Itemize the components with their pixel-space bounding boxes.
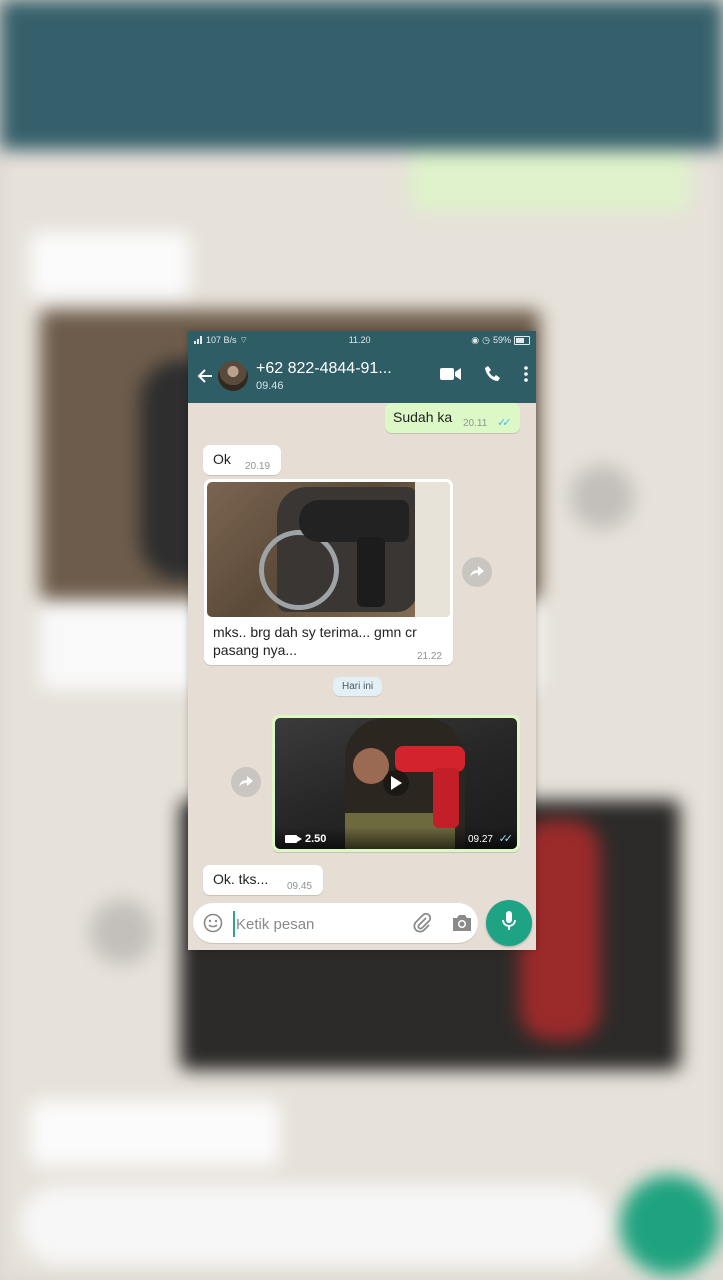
- video-call-icon[interactable]: [440, 367, 462, 386]
- message-incoming[interactable]: Ok 20.19: [203, 445, 281, 475]
- contact-info[interactable]: +62 822-4844-91... 09.46: [256, 360, 404, 392]
- signal-icon: [194, 336, 203, 344]
- last-seen: 09.46: [256, 380, 284, 392]
- message-input[interactable]: [233, 911, 398, 937]
- back-arrow-icon[interactable]: [194, 365, 216, 387]
- battery-icon: [514, 335, 530, 345]
- message-list[interactable]: Sudah ka 20.11 ✓✓ Ok 20.19 mks.. brg dah…: [188, 403, 536, 901]
- avatar[interactable]: [218, 361, 248, 391]
- voice-message-button[interactable]: [486, 900, 532, 946]
- message-time: 09.27: [467, 834, 493, 845]
- video-camera-icon: [285, 835, 302, 843]
- wifi-icon: ⌔: [239, 334, 248, 345]
- network-speed: 107 B/s: [206, 335, 237, 345]
- message-composer: [193, 903, 478, 943]
- message-time: 09.45: [287, 881, 313, 892]
- message-incoming-photo[interactable]: mks.. brg dah sy terima... gmn cr pasang…: [204, 479, 453, 665]
- play-icon[interactable]: [383, 770, 409, 796]
- eye-icon: ◉: [471, 334, 480, 345]
- voice-call-icon[interactable]: [484, 365, 502, 388]
- photo-caption: mks.. brg dah sy terima... gmn cr pasang…: [213, 624, 417, 658]
- battery-percent: 59%: [492, 335, 511, 345]
- status-time: 11.20: [348, 335, 371, 345]
- read-ticks-icon: ✓✓: [497, 417, 512, 429]
- video-thumbnail[interactable]: 2.50 09.27 ✓✓: [275, 718, 517, 849]
- date-divider: Hari ini: [333, 677, 383, 696]
- message-text: Sudah ka: [393, 409, 453, 425]
- contact-name: +62 822-4844-91...: [256, 360, 392, 377]
- video-duration: 2.50: [305, 833, 327, 845]
- message-time: 20.19: [245, 461, 271, 472]
- more-options-icon[interactable]: [524, 365, 528, 387]
- emoji-icon[interactable]: [203, 913, 223, 933]
- message-time: 21.22: [417, 651, 443, 662]
- message-outgoing-video[interactable]: 2.50 09.27 ✓✓: [272, 715, 520, 852]
- forward-icon[interactable]: [462, 557, 492, 587]
- microphone-icon: [502, 910, 516, 937]
- message-text: Ok: [213, 451, 231, 467]
- message-outgoing[interactable]: Sudah ka 20.11 ✓✓: [385, 403, 520, 433]
- chat-header: +62 822-4844-91... 09.46: [188, 349, 536, 403]
- forward-icon[interactable]: [231, 767, 261, 797]
- status-bar: 107 B/s ⌔ 11.20 ◉ ◷ 59%: [188, 331, 536, 349]
- attach-icon[interactable]: [411, 912, 433, 934]
- chat-screen: 107 B/s ⌔ 11.20 ◉ ◷ 59% +62 822-4844-91.…: [188, 331, 536, 950]
- alarm-icon: ◷: [482, 334, 490, 345]
- message-time: 20.11: [463, 418, 488, 429]
- message-incoming[interactable]: Ok. tks... 09.45: [203, 865, 323, 895]
- message-text: Ok. tks...: [213, 871, 269, 887]
- camera-icon[interactable]: [451, 913, 473, 933]
- read-ticks-icon: ✓✓: [498, 833, 514, 845]
- photo-thumbnail[interactable]: [207, 482, 450, 617]
